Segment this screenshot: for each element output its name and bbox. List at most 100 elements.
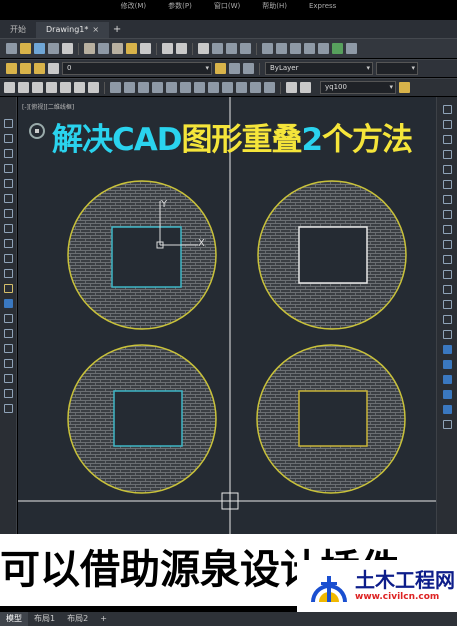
mirror-tool-icon[interactable] xyxy=(442,135,452,144)
fillet-tool-icon[interactable] xyxy=(442,315,452,324)
open-folder-icon[interactable] xyxy=(20,43,31,54)
spline-icon[interactable] xyxy=(250,82,261,93)
save-icon[interactable] xyxy=(34,43,45,54)
ellipse-tool-icon[interactable] xyxy=(3,254,13,263)
drawing-area[interactable]: Y X xyxy=(18,97,436,597)
region-icon[interactable] xyxy=(124,82,135,93)
mtext-icon[interactable] xyxy=(152,82,163,93)
add-layout-button[interactable]: + xyxy=(94,612,113,626)
layer-state-icon[interactable] xyxy=(243,63,254,74)
hatch-icon[interactable] xyxy=(110,82,121,93)
rectangle-tool-icon[interactable] xyxy=(3,179,13,188)
revcloud-tool-icon[interactable] xyxy=(3,224,13,233)
insert-tool-icon[interactable] xyxy=(3,284,13,293)
new-file-icon[interactable] xyxy=(6,43,17,54)
send-back-tool-icon[interactable] xyxy=(442,375,452,384)
paste-icon[interactable] xyxy=(112,43,123,54)
gradient-icon[interactable] xyxy=(208,82,219,93)
copy-icon[interactable] xyxy=(98,43,109,54)
figure-bottom-right[interactable] xyxy=(256,344,406,494)
style-settings-icon[interactable] xyxy=(399,82,410,93)
move-tool-icon[interactable] xyxy=(442,180,452,189)
table-icon[interactable] xyxy=(138,82,149,93)
layer-previous-icon[interactable] xyxy=(229,63,240,74)
drawing-canvas[interactable]: Y X xyxy=(18,97,436,597)
revision-cloud-icon[interactable] xyxy=(236,82,247,93)
calculator-icon[interactable] xyxy=(332,43,343,54)
properties-icon[interactable] xyxy=(262,43,273,54)
lineweight-dropdown[interactable] xyxy=(376,62,418,75)
join-tool-icon[interactable] xyxy=(442,285,452,294)
tab-drawing1[interactable]: Drawing1* × xyxy=(36,22,110,38)
array-tool-icon[interactable] xyxy=(442,165,452,174)
linetype-dropdown[interactable]: ByLayer xyxy=(265,62,373,75)
close-icon[interactable]: × xyxy=(92,22,99,38)
zoom-previous-icon[interactable] xyxy=(240,43,251,54)
undo-icon[interactable] xyxy=(162,43,173,54)
style-dropdown[interactable]: yq100 xyxy=(320,81,396,94)
point-icon[interactable] xyxy=(194,82,205,93)
layer-manager-icon[interactable] xyxy=(6,63,17,74)
menu-param[interactable]: 参数(P) xyxy=(168,1,192,11)
construction-line-icon[interactable] xyxy=(18,82,29,93)
mtext-tool-icon[interactable] xyxy=(3,389,13,398)
table-tool-icon[interactable] xyxy=(3,374,13,383)
arc-icon[interactable] xyxy=(74,82,85,93)
polygon-icon[interactable] xyxy=(46,82,57,93)
zoom-window-icon[interactable] xyxy=(226,43,237,54)
redo-icon[interactable] xyxy=(176,43,187,54)
region-tool-icon[interactable] xyxy=(3,359,13,368)
text-front-tool-icon[interactable] xyxy=(442,420,452,429)
preview-icon[interactable] xyxy=(62,43,73,54)
menu-express[interactable]: Express xyxy=(309,2,336,10)
line-icon[interactable] xyxy=(4,82,15,93)
spline-tool-icon[interactable] xyxy=(3,239,13,248)
arc-tool-icon[interactable] xyxy=(3,194,13,203)
make-block-icon[interactable] xyxy=(180,82,191,93)
ellipse-arc-tool-icon[interactable] xyxy=(3,269,13,278)
tab-start[interactable]: 开始 xyxy=(0,22,36,38)
explode-tool-icon[interactable] xyxy=(442,330,452,339)
design-center-icon[interactable] xyxy=(276,43,287,54)
xline-tool-icon[interactable] xyxy=(3,134,13,143)
markup-icon[interactable] xyxy=(318,43,329,54)
viewport-controls-label[interactable]: [-][俯视][二维线框] xyxy=(22,102,74,111)
match-properties-icon[interactable] xyxy=(126,43,137,54)
line-tool-icon[interactable] xyxy=(3,119,13,128)
bring-front-tool-icon[interactable] xyxy=(442,360,452,369)
block-tool-icon[interactable] xyxy=(3,299,13,308)
square-cyan[interactable] xyxy=(113,390,183,447)
insert-block-icon[interactable] xyxy=(166,82,177,93)
tool-palettes-icon[interactable] xyxy=(290,43,301,54)
rotate-tool-icon[interactable] xyxy=(442,195,452,204)
erase-tool-icon[interactable] xyxy=(442,105,452,114)
boundary-icon[interactable] xyxy=(222,82,233,93)
menu-window[interactable]: 窗口(W) xyxy=(214,1,240,11)
menu-modify[interactable]: 修改(M) xyxy=(121,1,147,11)
copy-tool-icon[interactable] xyxy=(442,120,452,129)
hatch-tool-icon[interactable] xyxy=(3,329,13,338)
new-tab-button[interactable]: + xyxy=(109,22,125,38)
scale-tool-icon[interactable] xyxy=(442,210,452,219)
polygon-tool-icon[interactable] xyxy=(3,164,13,173)
text-style-icon[interactable] xyxy=(286,82,297,93)
tab-model[interactable]: 模型 xyxy=(0,612,28,626)
layer-dropdown[interactable]: 0 xyxy=(62,62,212,75)
send-under-tool-icon[interactable] xyxy=(442,405,452,414)
point-tool-icon[interactable] xyxy=(3,314,13,323)
sheet-set-icon[interactable] xyxy=(304,43,315,54)
gradient-tool-icon[interactable] xyxy=(3,344,13,353)
figure-bottom-left[interactable] xyxy=(67,344,217,494)
menu-help[interactable]: 帮助(H) xyxy=(262,1,287,11)
ellipse-icon[interactable] xyxy=(264,82,275,93)
stretch-tool-icon[interactable] xyxy=(442,225,452,234)
offset-tool-icon[interactable] xyxy=(442,150,452,159)
extend-tool-icon[interactable] xyxy=(442,255,452,264)
tab-layout2[interactable]: 布局2 xyxy=(61,612,94,626)
block-editor-icon[interactable] xyxy=(140,43,151,54)
break-tool-icon[interactable] xyxy=(442,270,452,279)
circle-icon[interactable] xyxy=(88,82,99,93)
make-current-layer-icon[interactable] xyxy=(215,63,226,74)
layer-freeze-icon[interactable] xyxy=(34,63,45,74)
layer-color-icon[interactable] xyxy=(48,63,59,74)
